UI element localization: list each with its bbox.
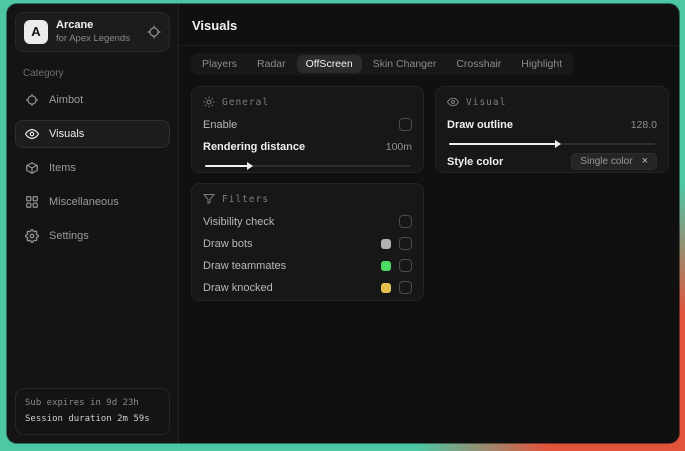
tab-highlight[interactable]: Highlight bbox=[512, 55, 571, 73]
eye-icon bbox=[447, 96, 459, 108]
sidebar-item-label: Settings bbox=[49, 229, 89, 242]
draw-teammates-row: Draw teammates bbox=[203, 255, 412, 276]
sub-expires-text: Sub expires in 9d 23h bbox=[25, 398, 139, 409]
style-color-select[interactable]: Single color × bbox=[571, 153, 657, 170]
close-icon[interactable]: × bbox=[642, 156, 648, 167]
sun-icon bbox=[203, 96, 215, 108]
package-icon bbox=[25, 161, 39, 175]
desktop-backdrop: A Arcane for Apex Legends Category Aimbo… bbox=[0, 0, 685, 451]
funnel-icon bbox=[203, 193, 215, 205]
grid-icon bbox=[25, 195, 39, 209]
eye-icon bbox=[25, 127, 39, 141]
tab-radar[interactable]: Radar bbox=[248, 55, 295, 73]
sidebar-item-settings[interactable]: Settings bbox=[15, 222, 170, 250]
enable-checkbox[interactable] bbox=[399, 118, 412, 131]
page-title: Visuals bbox=[192, 18, 238, 33]
sidebar-item-label: Visuals bbox=[49, 127, 85, 140]
draw-outline-row: Draw outline 128.0 bbox=[447, 114, 657, 135]
sidebar-item-aimbot[interactable]: Aimbot bbox=[15, 86, 170, 114]
visibility-check-label: Visibility check bbox=[203, 215, 275, 228]
draw-teammates-color-swatch[interactable] bbox=[381, 260, 391, 271]
tab-skin-changer[interactable]: Skin Changer bbox=[364, 55, 446, 73]
rendering-distance-slider[interactable] bbox=[205, 162, 410, 170]
draw-outline-slider[interactable] bbox=[449, 140, 655, 148]
content-area: General Enable Rendering distance 100m V… bbox=[179, 75, 679, 443]
subscription-info-card: Sub expires in 9d 23h Session duration 2… bbox=[15, 388, 170, 435]
app-subtitle: for Apex Legends bbox=[56, 32, 130, 44]
sidebar: A Arcane for Apex Legends Category Aimbo… bbox=[7, 4, 179, 443]
draw-knocked-color-swatch[interactable] bbox=[381, 282, 391, 293]
draw-knocked-row: Draw knocked bbox=[203, 277, 412, 298]
main-header: Visuals bbox=[179, 4, 679, 46]
app-header-card: A Arcane for Apex Legends bbox=[15, 12, 170, 52]
tab-crosshair[interactable]: Crosshair bbox=[447, 55, 510, 73]
enable-label: Enable bbox=[203, 118, 238, 131]
sidebar-item-visuals[interactable]: Visuals bbox=[15, 119, 170, 148]
sidebar-item-label: Miscellaneous bbox=[49, 195, 119, 208]
visibility-check-row: Visibility check bbox=[203, 211, 412, 232]
visibility-check-checkbox[interactable] bbox=[399, 215, 412, 228]
filters-panel: Filters Visibility check Draw bots Draw … bbox=[191, 183, 424, 301]
general-panel-title: General bbox=[222, 96, 270, 108]
enable-row: Enable bbox=[203, 114, 412, 135]
draw-teammates-label: Draw teammates bbox=[203, 259, 287, 272]
main-area: Visuals Players Radar OffScreen Skin Cha… bbox=[179, 4, 679, 443]
tab-players[interactable]: Players bbox=[193, 55, 246, 73]
draw-outline-value: 128.0 bbox=[630, 118, 657, 131]
category-label: Category bbox=[23, 67, 64, 79]
filters-panel-title: Filters bbox=[222, 193, 270, 205]
style-color-label: Style color bbox=[447, 155, 504, 168]
draw-outline-slider-fill[interactable] bbox=[449, 140, 562, 148]
sidebar-item-label: Aimbot bbox=[49, 93, 84, 106]
rendering-distance-slider-fill[interactable] bbox=[205, 162, 254, 170]
crosshair-icon bbox=[25, 93, 39, 107]
sidebar-item-label: Items bbox=[49, 161, 76, 174]
visual-panel: Visual Draw outline 128.0 Style color Si… bbox=[435, 86, 669, 173]
arcane-window: A Arcane for Apex Legends Category Aimbo… bbox=[7, 4, 679, 443]
rendering-distance-value: 100m bbox=[385, 140, 412, 153]
app-logo: A bbox=[24, 19, 48, 44]
draw-teammates-checkbox[interactable] bbox=[399, 259, 412, 272]
app-name: Arcane bbox=[56, 19, 94, 31]
rendering-distance-label: Rendering distance bbox=[203, 140, 306, 153]
draw-bots-color-swatch[interactable] bbox=[381, 238, 391, 249]
tab-offscreen[interactable]: OffScreen bbox=[296, 55, 362, 73]
visuals-tabbar: Players Radar OffScreen Skin Changer Cro… bbox=[191, 53, 574, 75]
style-color-value: Single color bbox=[580, 156, 633, 167]
draw-outline-label: Draw outline bbox=[447, 118, 514, 131]
gear-icon bbox=[25, 228, 39, 243]
draw-knocked-checkbox[interactable] bbox=[399, 281, 412, 294]
draw-bots-row: Draw bots bbox=[203, 233, 412, 254]
style-color-row: Style color Single color × bbox=[447, 151, 657, 172]
sidebar-item-items[interactable]: Items bbox=[15, 154, 170, 182]
draw-bots-label: Draw bots bbox=[203, 237, 253, 250]
visual-panel-title: Visual bbox=[466, 96, 507, 108]
draw-knocked-label: Draw knocked bbox=[203, 281, 273, 294]
target-icon[interactable] bbox=[147, 25, 161, 39]
draw-bots-checkbox[interactable] bbox=[399, 237, 412, 250]
rendering-distance-row: Rendering distance 100m bbox=[203, 136, 412, 157]
sidebar-item-miscellaneous[interactable]: Miscellaneous bbox=[15, 188, 170, 216]
general-panel: General Enable Rendering distance 100m bbox=[191, 86, 424, 173]
session-duration-text: Session duration 2m 59s bbox=[25, 413, 150, 424]
